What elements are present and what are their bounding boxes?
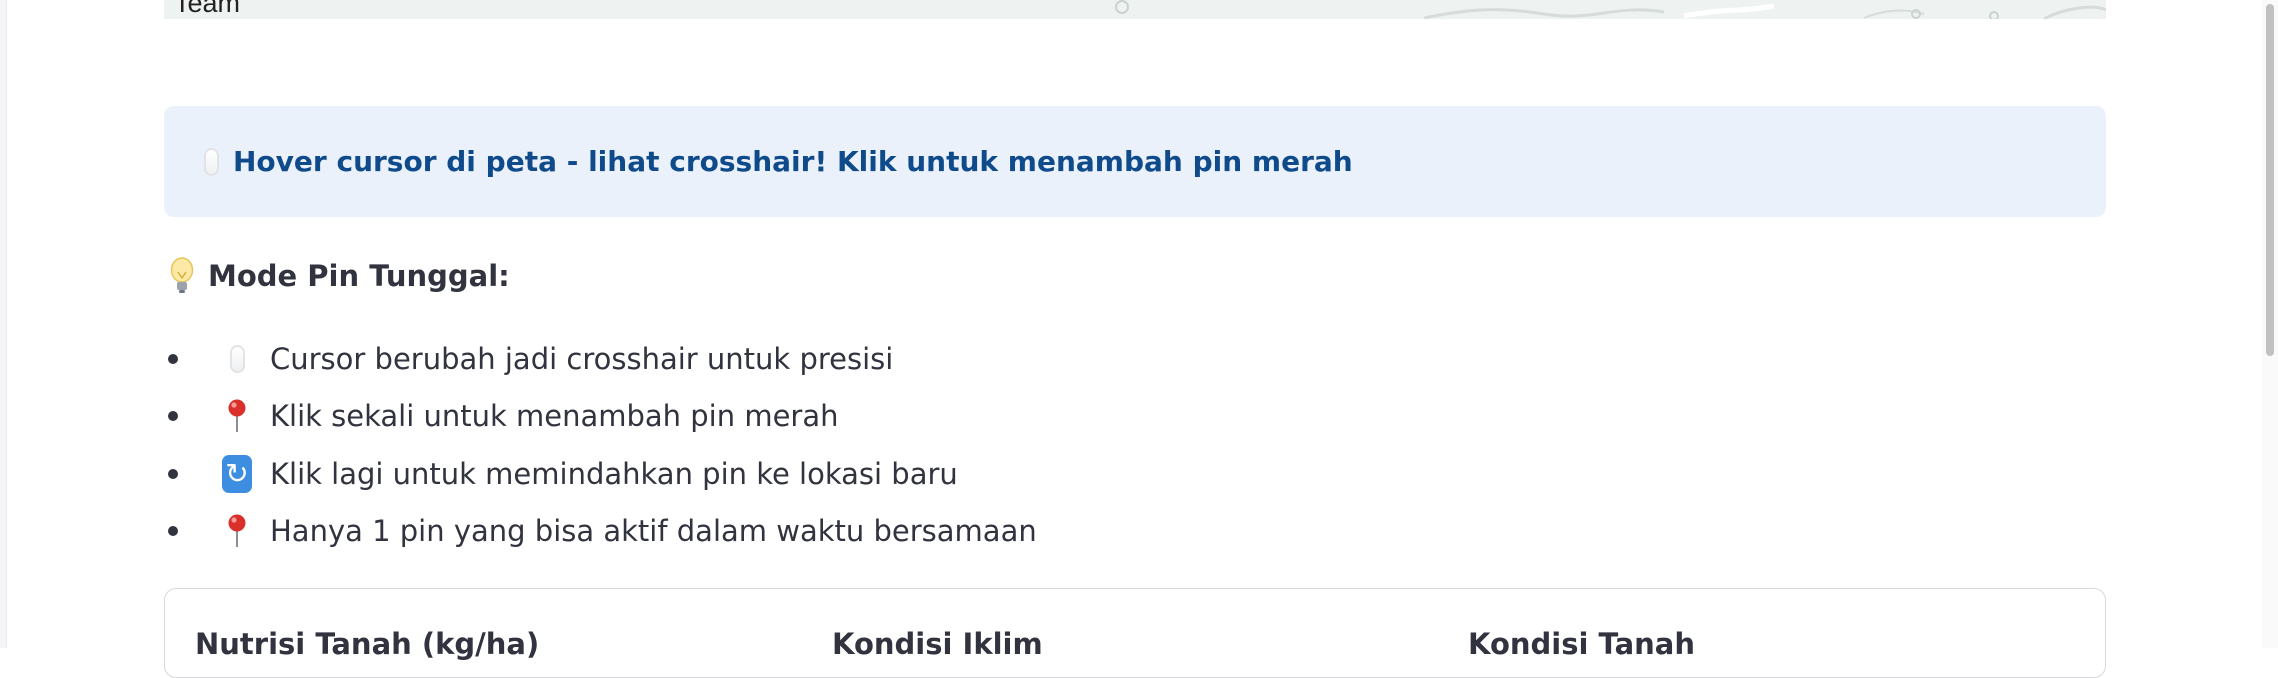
map-attribution-label: Team (174, 0, 241, 18)
light-bulb-icon (168, 256, 196, 296)
left-edge-panel (0, 0, 7, 648)
red-pushpin-icon (222, 514, 252, 548)
tip-text: Klik lagi untuk memindahkan pin ke lokas… (270, 456, 958, 491)
mode-title: Mode Pin Tunggal: (208, 259, 510, 293)
tip-text: Hanya 1 pin yang bisa aktif dalam waktu … (270, 514, 1037, 549)
bullet (168, 353, 178, 364)
bullet (168, 411, 178, 422)
computer-mouse-icon (222, 342, 252, 376)
cycle-arrows-icon: ↻ (222, 454, 252, 493)
column-title-soil-condition: Kondisi Tanah (1468, 627, 1696, 661)
info-alert: Hover cursor di peta - lihat crosshair! … (164, 106, 2106, 217)
mode-heading: Mode Pin Tunggal: (168, 256, 510, 296)
scrollbar-thumb[interactable] (2266, 4, 2274, 356)
bullet (168, 468, 178, 479)
red-pushpin-icon (222, 399, 252, 433)
bullet (168, 526, 178, 537)
map-view[interactable] (164, 0, 2106, 19)
info-alert-text: Hover cursor di peta - lihat crosshair! … (233, 145, 1353, 178)
column-title-soil-nutrients: Nutrisi Tanah (kg/ha) (195, 627, 540, 661)
computer-mouse-icon (204, 147, 219, 176)
input-card: Nutrisi Tanah (kg/ha) Kondisi Iklim Kond… (164, 588, 2106, 678)
vertical-scrollbar[interactable] (2262, 0, 2278, 648)
tip-text: Cursor berubah jadi crosshair untuk pres… (270, 341, 894, 376)
map-features (1115, 0, 2106, 19)
tip-text: Klik sekali untuk menambah pin merah (270, 399, 839, 434)
column-title-climate: Kondisi Iklim (832, 627, 1043, 661)
